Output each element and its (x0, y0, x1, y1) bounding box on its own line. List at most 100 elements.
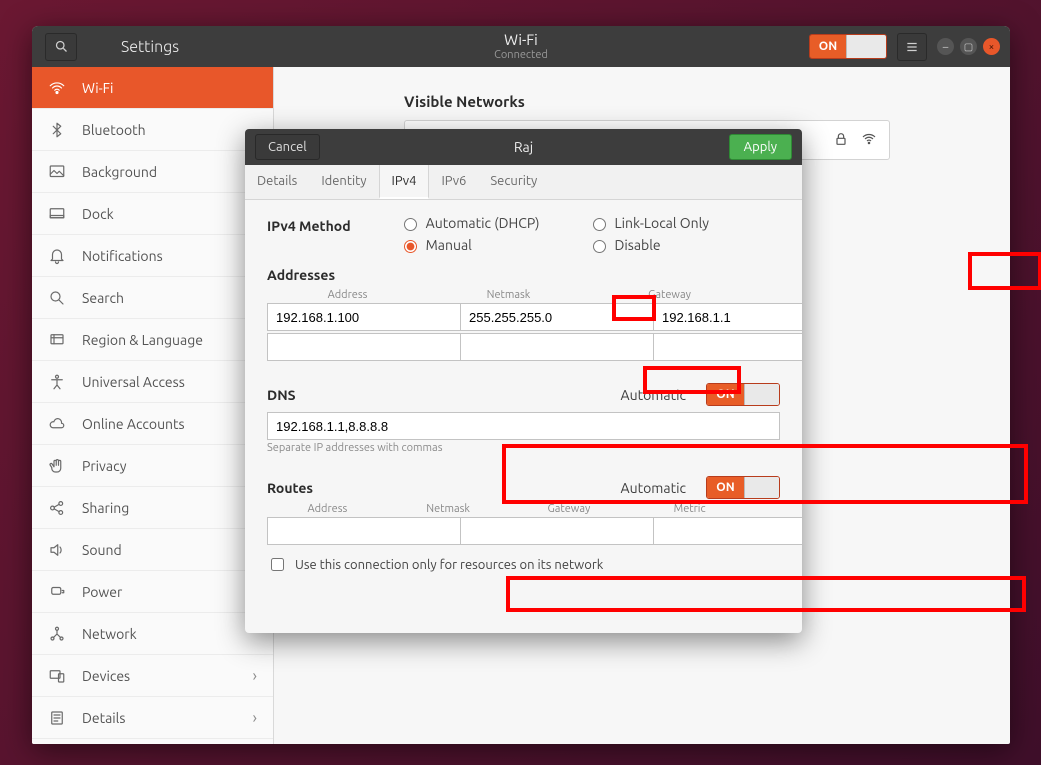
bluetooth-icon (48, 121, 66, 139)
sidebar-item-label: Sound (82, 542, 122, 558)
rcol-metric: Metric (629, 503, 750, 515)
sidebar-item-label: Privacy (82, 458, 126, 474)
sidebar-item-access[interactable]: Universal Access (32, 361, 273, 403)
sidebar-item-label: Online Accounts (82, 416, 185, 432)
dns-heading: DNS (267, 387, 296, 403)
chevron-right-icon: › (253, 667, 258, 685)
bell-icon (48, 247, 66, 265)
tab-details[interactable]: Details (245, 165, 309, 199)
address-input[interactable] (267, 333, 460, 361)
sidebar-item-label: Notifications (82, 248, 163, 264)
radio-linklocal[interactable]: Link-Local Only (588, 215, 710, 231)
ipv4-method-col2: Link-Local Only Disable (588, 215, 710, 253)
netmask-input[interactable] (460, 333, 653, 361)
sidebar-item-power[interactable]: Power (32, 571, 273, 613)
radio-automatic[interactable]: Automatic (DHCP) (399, 215, 540, 231)
sidebar-item-label: Wi-Fi (82, 80, 113, 96)
dock-icon (48, 205, 66, 223)
hamburger-menu-button[interactable] (897, 33, 927, 61)
gateway-input[interactable] (653, 333, 802, 361)
wifi-master-toggle[interactable]: ON (809, 34, 887, 59)
dns-servers-input[interactable] (267, 412, 780, 440)
gateway-input[interactable] (653, 303, 802, 331)
rcol-address: Address (267, 503, 388, 515)
sound-icon (48, 541, 66, 559)
route-gateway-input[interactable] (653, 517, 802, 545)
chevron-right-icon: › (253, 709, 258, 727)
wifi-toggle-label: ON (810, 35, 846, 58)
window-controls: ‒ ▢ × (937, 38, 1000, 55)
col-netmask: Netmask (428, 289, 589, 301)
cancel-button[interactable]: Cancel (255, 134, 320, 160)
tab-ipv6[interactable]: IPv6 (429, 165, 478, 199)
routes-only-checkbox[interactable]: Use this connection only for resources o… (267, 555, 780, 574)
dialog-body: IPv4 Method Automatic (DHCP) Manual Link… (245, 200, 802, 592)
sidebar-item-wifi[interactable]: Wi-Fi (32, 67, 273, 109)
devices-icon (48, 667, 66, 685)
search-icon (48, 289, 66, 307)
col-address: Address (267, 289, 428, 301)
tab-identity[interactable]: Identity (309, 165, 378, 199)
radio-disable-label: Disable (615, 237, 661, 253)
globe-icon (48, 331, 66, 349)
routes-columns: Address Netmask Gateway Metric (267, 503, 780, 515)
sidebar-item-share[interactable]: Sharing (32, 487, 273, 529)
window-minimize-button[interactable]: ‒ (937, 38, 954, 55)
details-icon (48, 709, 66, 727)
sidebar-item-sound[interactable]: Sound (32, 529, 273, 571)
sidebar-item-devices[interactable]: Devices› (32, 655, 273, 697)
cloud-icon (48, 415, 66, 433)
page-subtitle: Connected (494, 49, 548, 61)
apply-button[interactable]: Apply (729, 134, 792, 160)
routes-toggle-knob (744, 477, 779, 498)
share-icon (48, 499, 66, 517)
sidebar-item-label: Details (82, 710, 125, 726)
connection-editor-dialog: Cancel Raj Apply DetailsIdentityIPv4IPv6… (245, 129, 802, 633)
background-icon (48, 163, 66, 181)
titlebar: Settings Wi-Fi Connected ON ‒ ▢ × (32, 26, 1010, 67)
rcol-netmask: Netmask (388, 503, 509, 515)
ipv4-method-label: IPv4 Method (267, 218, 351, 247)
routes-only-label: Use this connection only for resources o… (295, 558, 603, 572)
dialog-header: Cancel Raj Apply (245, 129, 802, 165)
dns-automatic-toggle[interactable]: ON (706, 383, 780, 406)
routes-only-input[interactable] (271, 558, 284, 571)
routes-automatic-label: Automatic (621, 480, 686, 496)
sidebar-item-bluetooth[interactable]: Bluetooth (32, 109, 273, 151)
route-address-input[interactable] (267, 517, 460, 545)
routes-heading: Routes (267, 480, 313, 496)
power-icon (48, 583, 66, 601)
address-input[interactable] (267, 303, 460, 331)
tab-security[interactable]: Security (478, 165, 549, 199)
settings-sidebar: Wi-Fi Bluetooth Background Dock Notification… (32, 67, 274, 744)
sidebar-item-label: Sharing (82, 500, 129, 516)
tab-ipv4[interactable]: IPv4 (379, 165, 430, 199)
netmask-input[interactable] (460, 303, 653, 331)
sidebar-item-label: Network (82, 626, 137, 642)
route-row: × (267, 517, 780, 545)
sidebar-item-search[interactable]: Search (32, 277, 273, 319)
sidebar-item-details[interactable]: Details › (32, 697, 273, 739)
routes-automatic-toggle[interactable]: ON (706, 476, 780, 499)
window-close-button[interactable]: × (983, 38, 1000, 55)
radio-disable[interactable]: Disable (588, 237, 710, 253)
sidebar-item-label: Power (82, 584, 122, 600)
sidebar-item-label: Background (82, 164, 157, 180)
hand-icon (48, 457, 66, 475)
sidebar-item-hand[interactable]: Privacy (32, 445, 273, 487)
route-netmask-input[interactable] (460, 517, 653, 545)
window-maximize-button[interactable]: ▢ (960, 38, 977, 55)
sidebar-item-bell[interactable]: Notifications (32, 235, 273, 277)
sidebar-item-dock[interactable]: Dock (32, 193, 273, 235)
radio-manual[interactable]: Manual (399, 237, 540, 253)
sidebar-item-cloud[interactable]: Online Accounts (32, 403, 273, 445)
rcol-gateway: Gateway (509, 503, 630, 515)
sidebar-item-network[interactable]: Network (32, 613, 273, 655)
dialog-tabs: DetailsIdentityIPv4IPv6Security (245, 165, 802, 200)
titlebar-search-button[interactable] (45, 33, 77, 61)
lock-icon (833, 131, 849, 150)
sidebar-item-globe[interactable]: Region & Language (32, 319, 273, 361)
radio-manual-label: Manual (426, 237, 472, 253)
sidebar-item-background[interactable]: Background (32, 151, 273, 193)
wifi-toggle-knob (846, 35, 886, 58)
